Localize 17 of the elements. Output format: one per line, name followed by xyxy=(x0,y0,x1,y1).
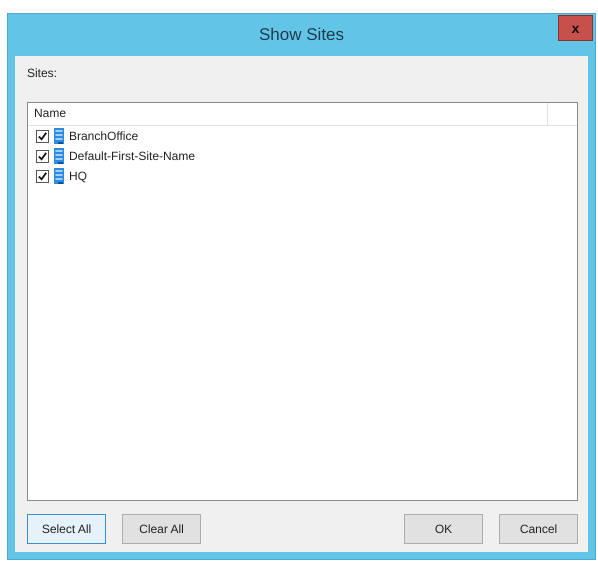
site-icon xyxy=(54,168,64,184)
dialog-button[interactable]: OK xyxy=(404,514,483,544)
checkbox[interactable] xyxy=(36,170,49,182)
dialog-button[interactable]: Cancel xyxy=(499,514,578,544)
sites-label: Sites: xyxy=(27,66,58,80)
site-name[interactable]: BranchOffice xyxy=(69,129,138,143)
checkbox[interactable] xyxy=(36,150,49,162)
site-icon xyxy=(54,128,64,144)
column-header[interactable]: Name xyxy=(28,103,548,125)
site-name[interactable]: Default-First-Site-Name xyxy=(69,149,196,163)
site-name[interactable]: HQ xyxy=(69,169,87,183)
close-button[interactable]: x xyxy=(558,15,593,41)
dialog-button[interactable]: Select All xyxy=(27,514,106,544)
window-title: Show Sites xyxy=(258,25,344,45)
checkbox[interactable] xyxy=(36,130,49,142)
dialog-button[interactable]: Clear All xyxy=(122,514,201,544)
site-icon xyxy=(54,148,64,164)
